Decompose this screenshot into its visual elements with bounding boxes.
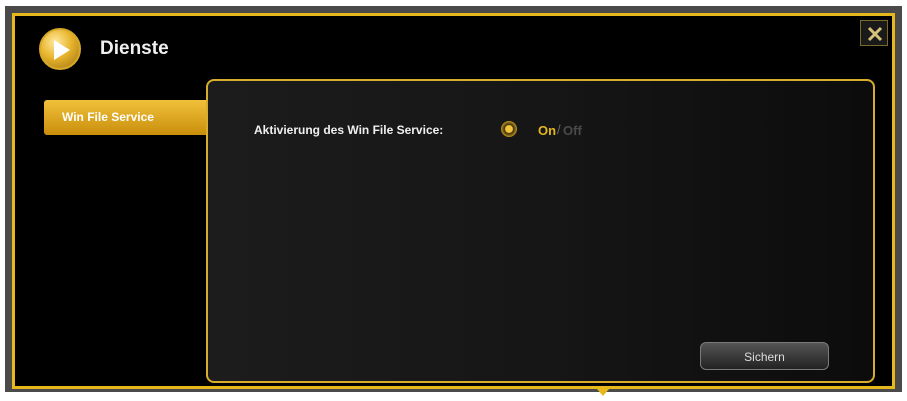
on-option[interactable]: On bbox=[538, 123, 556, 138]
play-icon bbox=[39, 28, 81, 70]
dialog-pointer-icon bbox=[597, 389, 609, 396]
activation-label: Aktivierung des Win File Service: bbox=[254, 123, 444, 137]
save-button[interactable]: Sichern bbox=[700, 342, 829, 370]
activation-radio-on[interactable] bbox=[501, 121, 517, 137]
close-icon bbox=[867, 26, 883, 42]
services-dialog: Dienste Win File Service Aktivierung des… bbox=[12, 13, 895, 389]
close-button[interactable] bbox=[860, 20, 888, 46]
dialog-title: Dienste bbox=[100, 38, 169, 59]
off-option[interactable]: Off bbox=[563, 123, 582, 138]
sidebar-item-win-file-service[interactable]: Win File Service bbox=[44, 100, 214, 135]
settings-panel: Aktivierung des Win File Service: On / O… bbox=[206, 79, 875, 383]
option-separator: / bbox=[557, 122, 561, 137]
